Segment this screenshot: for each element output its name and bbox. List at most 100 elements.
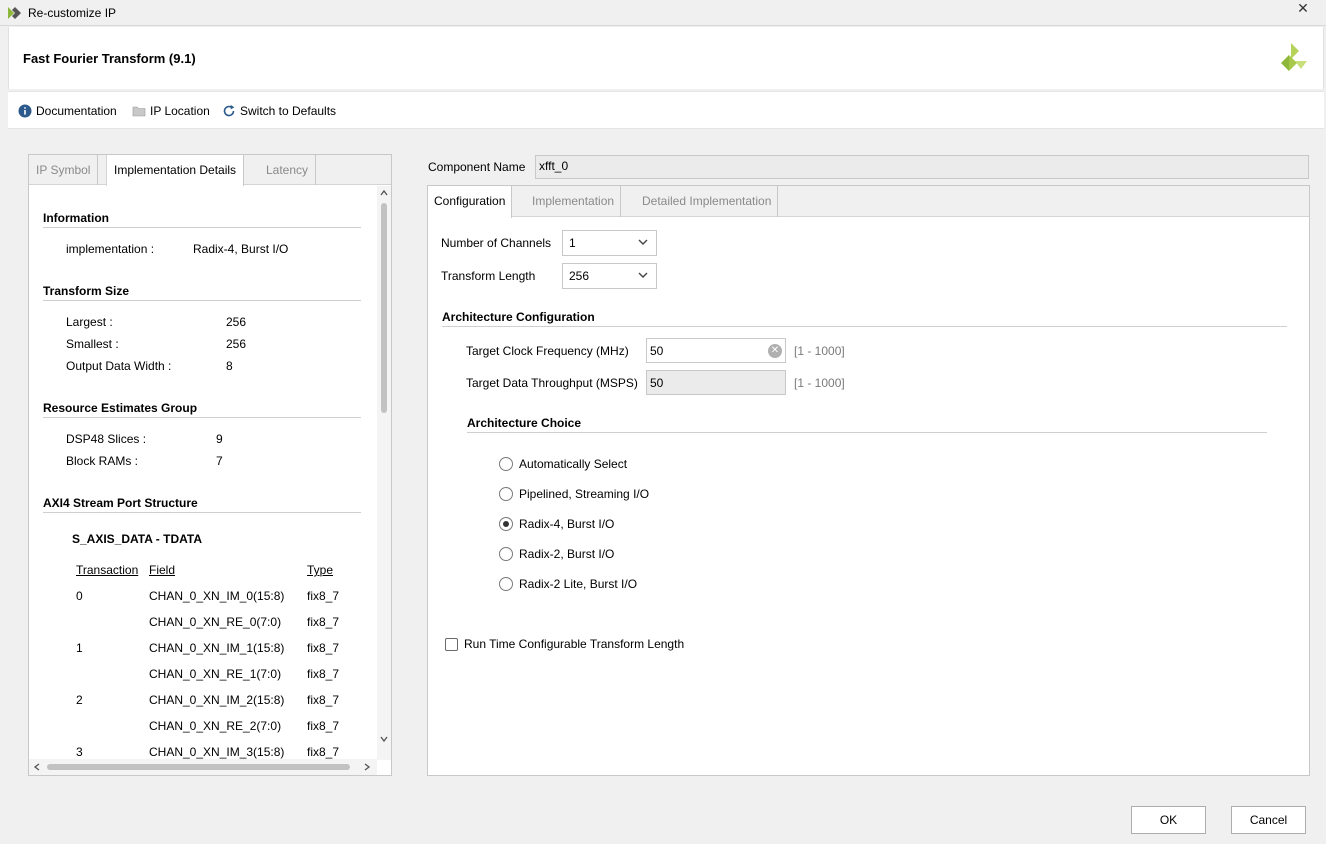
scroll-down-icon[interactable] (379, 734, 389, 744)
clear-icon[interactable]: ✕ (768, 344, 782, 358)
information-heading: Information (43, 211, 109, 225)
throughput-input[interactable]: 50 (646, 370, 786, 395)
tab-configuration[interactable]: Configuration (428, 186, 513, 218)
implementation-key: implementation : (66, 242, 155, 256)
radio-label: Radix-4, Burst I/O (519, 517, 615, 531)
channels-dropdown[interactable]: 1 (562, 230, 657, 256)
radio-label: Radix-2 Lite, Burst I/O (519, 577, 638, 591)
checkbox-icon (445, 637, 458, 651)
arch-config-heading: Architecture Configuration (442, 310, 595, 324)
row-field: CHAN_0_XN_IM_3(15:8) (149, 745, 285, 759)
xilinx-logo-icon (1281, 43, 1307, 71)
length-value: 256 (569, 269, 590, 283)
ip-location-label: IP Location (150, 104, 210, 118)
row-field: CHAN_0_XN_IM_1(15:8) (149, 641, 285, 655)
clock-input[interactable]: 50 ✕ (646, 338, 786, 363)
close-icon[interactable]: ✕ (1280, 0, 1326, 20)
refresh-icon (223, 105, 235, 117)
component-name-label: Component Name (428, 160, 526, 174)
documentation-label: Documentation (36, 104, 117, 118)
runtime-length-label: Run Time Configurable Transform Length (464, 637, 685, 651)
dsp-key: DSP48 Slices : (66, 432, 147, 446)
window-titlebar: Re-customize IP ✕ (0, 0, 1326, 26)
row-type: fix8_7 (307, 719, 340, 733)
vertical-scroll-thumb[interactable] (381, 203, 387, 413)
tab-implementation-details[interactable]: Implementation Details (106, 155, 245, 186)
largest-value: 256 (226, 315, 247, 329)
ip-location-button[interactable]: IP Location (132, 103, 210, 119)
clock-label: Target Clock Frequency (MHz) (466, 344, 629, 358)
throughput-value: 50 (650, 376, 664, 390)
scroll-up-icon[interactable] (379, 188, 389, 198)
radio-icon (499, 547, 513, 561)
length-label: Transform Length (441, 269, 536, 283)
tab-implementation[interactable]: Implementation (526, 186, 622, 217)
details-content: Information implementation : Radix-4, Bu… (29, 186, 391, 760)
ip-header: Fast Fourier Transform (9.1) (8, 27, 1324, 89)
left-tabbar: IP Symbol Implementation Details Latency (29, 155, 391, 186)
radio-icon (499, 457, 513, 471)
radio-automatically-select[interactable]: Automatically Select (499, 457, 627, 471)
component-name-field[interactable]: xfft_0 (535, 155, 1309, 179)
ok-button[interactable]: OK (1131, 806, 1206, 834)
switch-defaults-button[interactable]: Switch to Defaults (222, 103, 336, 119)
horizontal-scroll-thumb[interactable] (47, 764, 350, 770)
radio-radix2-burst[interactable]: Radix-2, Burst I/O (499, 547, 614, 561)
row-transaction: 2 (76, 693, 83, 707)
divider (43, 512, 361, 513)
bram-value: 7 (216, 454, 223, 468)
vertical-scrollbar[interactable] (377, 186, 391, 760)
tab-latency[interactable]: Latency (259, 155, 317, 185)
output-width-key: Output Data Width : (66, 359, 172, 373)
window-title: Re-customize IP (28, 6, 117, 20)
radio-label: Automatically Select (519, 457, 628, 471)
runtime-length-checkbox[interactable]: Run Time Configurable Transform Length (445, 637, 684, 651)
radio-icon (499, 487, 513, 501)
row-field: CHAN_0_XN_IM_0(15:8) (149, 589, 285, 603)
length-dropdown[interactable]: 256 (562, 263, 657, 289)
row-field: CHAN_0_XN_RE_1(7:0) (149, 667, 282, 681)
info-icon (18, 104, 32, 118)
smallest-key: Smallest : (66, 337, 119, 351)
row-field: CHAN_0_XN_RE_2(7:0) (149, 719, 282, 733)
radio-radix4-burst[interactable]: Radix-4, Burst I/O (499, 517, 614, 531)
channels-label: Number of Channels (441, 236, 552, 250)
axi-subheading: S_AXIS_DATA - TDATA (72, 532, 203, 546)
configuration-panel: Configuration Implementation Detailed Im… (427, 185, 1310, 776)
channels-value: 1 (569, 236, 576, 250)
divider (43, 417, 361, 418)
col-field: Field (149, 563, 176, 577)
tab-ip-symbol[interactable]: IP Symbol (29, 155, 99, 185)
toolbar: Documentation IP Location Switch to Defa… (8, 91, 1324, 129)
throughput-range: [1 - 1000] (794, 376, 845, 390)
app-logo-icon (8, 7, 21, 19)
bram-key: Block RAMs : (66, 454, 139, 468)
throughput-label: Target Data Throughput (MSPS) (466, 376, 638, 390)
radio-icon (499, 577, 513, 591)
documentation-button[interactable]: Documentation (18, 103, 117, 119)
row-field: CHAN_0_XN_RE_0(7:0) (149, 615, 282, 629)
chevron-down-icon (638, 272, 648, 278)
divider (467, 432, 1267, 433)
scroll-right-icon[interactable] (362, 762, 372, 772)
row-transaction: 1 (76, 641, 83, 655)
output-width-value: 8 (226, 359, 233, 373)
ip-title: Fast Fourier Transform (9.1) (23, 51, 196, 66)
horizontal-scrollbar[interactable] (29, 759, 377, 775)
radio-radix2-lite-burst[interactable]: Radix-2 Lite, Burst I/O (499, 577, 637, 591)
clock-range: [1 - 1000] (794, 344, 845, 358)
scroll-left-icon[interactable] (32, 762, 42, 772)
divider (442, 326, 1287, 327)
row-type: fix8_7 (307, 693, 340, 707)
tab-detailed-implementation[interactable]: Detailed Implementation (636, 186, 779, 217)
clock-value: 50 (650, 344, 664, 358)
row-type: fix8_7 (307, 667, 340, 681)
cancel-button[interactable]: Cancel (1231, 806, 1306, 834)
radio-pipelined-streaming[interactable]: Pipelined, Streaming I/O (499, 487, 649, 501)
right-tabbar: Configuration Implementation Detailed Im… (428, 186, 1309, 218)
col-transaction: Transaction (76, 563, 139, 577)
largest-key: Largest : (66, 315, 113, 329)
radio-label: Pipelined, Streaming I/O (519, 487, 650, 501)
radio-selected-icon (499, 517, 513, 531)
divider (43, 227, 361, 228)
